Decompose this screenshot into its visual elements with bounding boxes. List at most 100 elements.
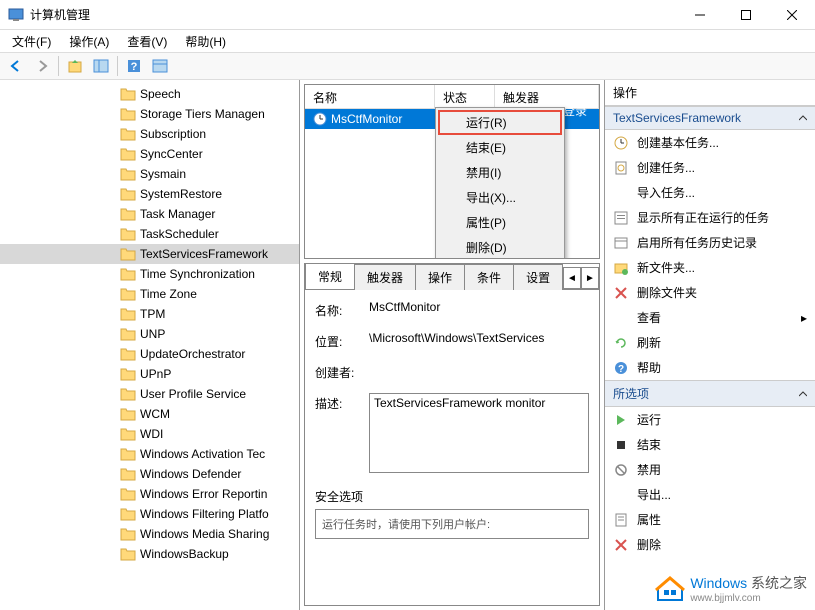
minimize-button[interactable] <box>677 0 723 30</box>
tree-item[interactable]: TPM <box>0 304 299 324</box>
action-view[interactable]: 查看 ▸ <box>605 305 815 330</box>
label-name: 名称: <box>315 300 369 319</box>
action-enable-history[interactable]: 启用所有任务历史记录 <box>605 230 815 255</box>
tree-item[interactable]: Windows Media Sharing <box>0 524 299 544</box>
back-button[interactable] <box>4 54 28 78</box>
tree-item-label: Windows Activation Tec <box>140 447 265 461</box>
tree-item[interactable]: UPnP <box>0 364 299 384</box>
action-create-basic[interactable]: 创建基本任务... <box>605 130 815 155</box>
tree-item-label: WDI <box>140 427 163 441</box>
tree-item[interactable]: Time Zone <box>0 284 299 304</box>
tree-item[interactable]: TextServicesFramework <box>0 244 299 264</box>
actions-group-selected[interactable]: 所选项 <box>605 380 815 407</box>
forward-button[interactable] <box>30 54 54 78</box>
value-location: \Microsoft\Windows\TextServices <box>369 331 589 350</box>
collapse-icon <box>799 114 807 122</box>
tree-item-label: Task Manager <box>140 207 215 221</box>
tree-item[interactable]: TaskScheduler <box>0 224 299 244</box>
show-hide-tree-button[interactable] <box>89 54 113 78</box>
desc-textarea[interactable] <box>369 393 589 473</box>
action-show-running[interactable]: 显示所有正在运行的任务 <box>605 205 815 230</box>
detail-pane: 常规 触发器 操作 条件 设置 ◄ ► 名称: MsCtfMonitor 位置:… <box>304 263 600 606</box>
ctx-end[interactable]: 结束(E) <box>438 135 562 160</box>
tab-conditions[interactable]: 条件 <box>464 264 514 290</box>
menu-file[interactable]: 文件(F) <box>4 31 59 52</box>
help-button[interactable]: ? <box>122 54 146 78</box>
tree-item-label: UNP <box>140 327 165 341</box>
toolbar: ? <box>0 52 815 80</box>
action-import[interactable]: 导入任务... <box>605 180 815 205</box>
tree-item-label: Windows Defender <box>140 467 241 481</box>
tree-item[interactable]: Subscription <box>0 124 299 144</box>
tree-item-label: Windows Media Sharing <box>140 527 269 541</box>
close-button[interactable] <box>769 0 815 30</box>
tree-item[interactable]: Speech <box>0 84 299 104</box>
tree-item[interactable]: WDI <box>0 424 299 444</box>
tree-item[interactable]: Time Synchronization <box>0 264 299 284</box>
action-refresh[interactable]: 刷新 <box>605 330 815 355</box>
tree-item[interactable]: WindowsBackup <box>0 544 299 564</box>
action-run[interactable]: 运行 <box>605 407 815 432</box>
action-end[interactable]: 结束 <box>605 432 815 457</box>
tree-item[interactable]: Sysmain <box>0 164 299 184</box>
tab-row: 常规 触发器 操作 条件 设置 ◄ ► <box>305 264 599 290</box>
help-icon: ? <box>613 360 629 376</box>
tree-item-label: WCM <box>140 407 170 421</box>
actions-title: 操作 <box>605 80 815 106</box>
menu-help[interactable]: 帮助(H) <box>177 31 234 52</box>
menu-action[interactable]: 操作(A) <box>61 31 117 52</box>
tree-item[interactable]: Windows Activation Tec <box>0 444 299 464</box>
tree-item[interactable]: SyncCenter <box>0 144 299 164</box>
tree-item[interactable]: Windows Defender <box>0 464 299 484</box>
actions-group-framework[interactable]: TextServicesFramework <box>605 106 815 130</box>
tree-item[interactable]: Windows Error Reportin <box>0 484 299 504</box>
ctx-export[interactable]: 导出(X)... <box>438 185 562 210</box>
maximize-button[interactable] <box>723 0 769 30</box>
tree-item[interactable]: WCM <box>0 404 299 424</box>
tree-item[interactable]: Windows Filtering Platfo <box>0 504 299 524</box>
refresh-button[interactable] <box>148 54 172 78</box>
collapse-icon <box>799 390 807 398</box>
action-delete-folder[interactable]: 删除文件夹 <box>605 280 815 305</box>
actions-pane: 操作 TextServicesFramework 创建基本任务... 创建任务.… <box>605 80 815 610</box>
tab-triggers[interactable]: 触发器 <box>354 264 416 290</box>
tab-settings[interactable]: 设置 <box>513 264 563 290</box>
action-properties[interactable]: 属性 <box>605 507 815 532</box>
tab-actions[interactable]: 操作 <box>415 264 465 290</box>
ctx-delete[interactable]: 删除(D) <box>438 235 562 259</box>
ctx-run[interactable]: 运行(R) <box>438 110 562 135</box>
action-export[interactable]: 导出... <box>605 482 815 507</box>
action-disable[interactable]: 禁用 <box>605 457 815 482</box>
up-button[interactable] <box>63 54 87 78</box>
tree-item-label: UpdateOrchestrator <box>140 347 245 361</box>
menu-view[interactable]: 查看(V) <box>119 31 175 52</box>
col-name[interactable]: 名称 <box>305 85 435 108</box>
action-help[interactable]: ? 帮助 <box>605 355 815 380</box>
action-create[interactable]: 创建任务... <box>605 155 815 180</box>
tree-pane[interactable]: Speech Storage Tiers Managen Subscription S… <box>0 80 300 610</box>
watermark: Windows 系统之家 www.bjjmlv.com <box>654 572 807 604</box>
tree-item[interactable]: Task Manager <box>0 204 299 224</box>
import-icon <box>613 185 629 201</box>
tree-item[interactable]: Storage Tiers Managen <box>0 104 299 124</box>
tree-item-label: Subscription <box>140 127 206 141</box>
tree-item-label: Storage Tiers Managen <box>140 107 265 121</box>
tree-item-label: WindowsBackup <box>140 547 229 561</box>
ctx-properties[interactable]: 属性(P) <box>438 210 562 235</box>
ctx-disable[interactable]: 禁用(I) <box>438 160 562 185</box>
tab-general[interactable]: 常规 <box>305 263 355 289</box>
tab-scroll-right[interactable]: ► <box>581 267 599 289</box>
tree-item[interactable]: SystemRestore <box>0 184 299 204</box>
tree-item[interactable]: User Profile Service <box>0 384 299 404</box>
task-icon <box>313 112 327 126</box>
tree-item[interactable]: UpdateOrchestrator <box>0 344 299 364</box>
tree-item[interactable]: UNP <box>0 324 299 344</box>
app-icon <box>8 7 24 23</box>
action-new-folder[interactable]: 新文件夹... <box>605 255 815 280</box>
tree-item-label: Windows Filtering Platfo <box>140 507 269 521</box>
tab-scroll-left[interactable]: ◄ <box>563 267 581 289</box>
house-icon <box>654 572 686 604</box>
action-delete[interactable]: 删除 <box>605 532 815 557</box>
tree-item-label: TaskScheduler <box>140 227 219 241</box>
create-icon <box>613 160 629 176</box>
